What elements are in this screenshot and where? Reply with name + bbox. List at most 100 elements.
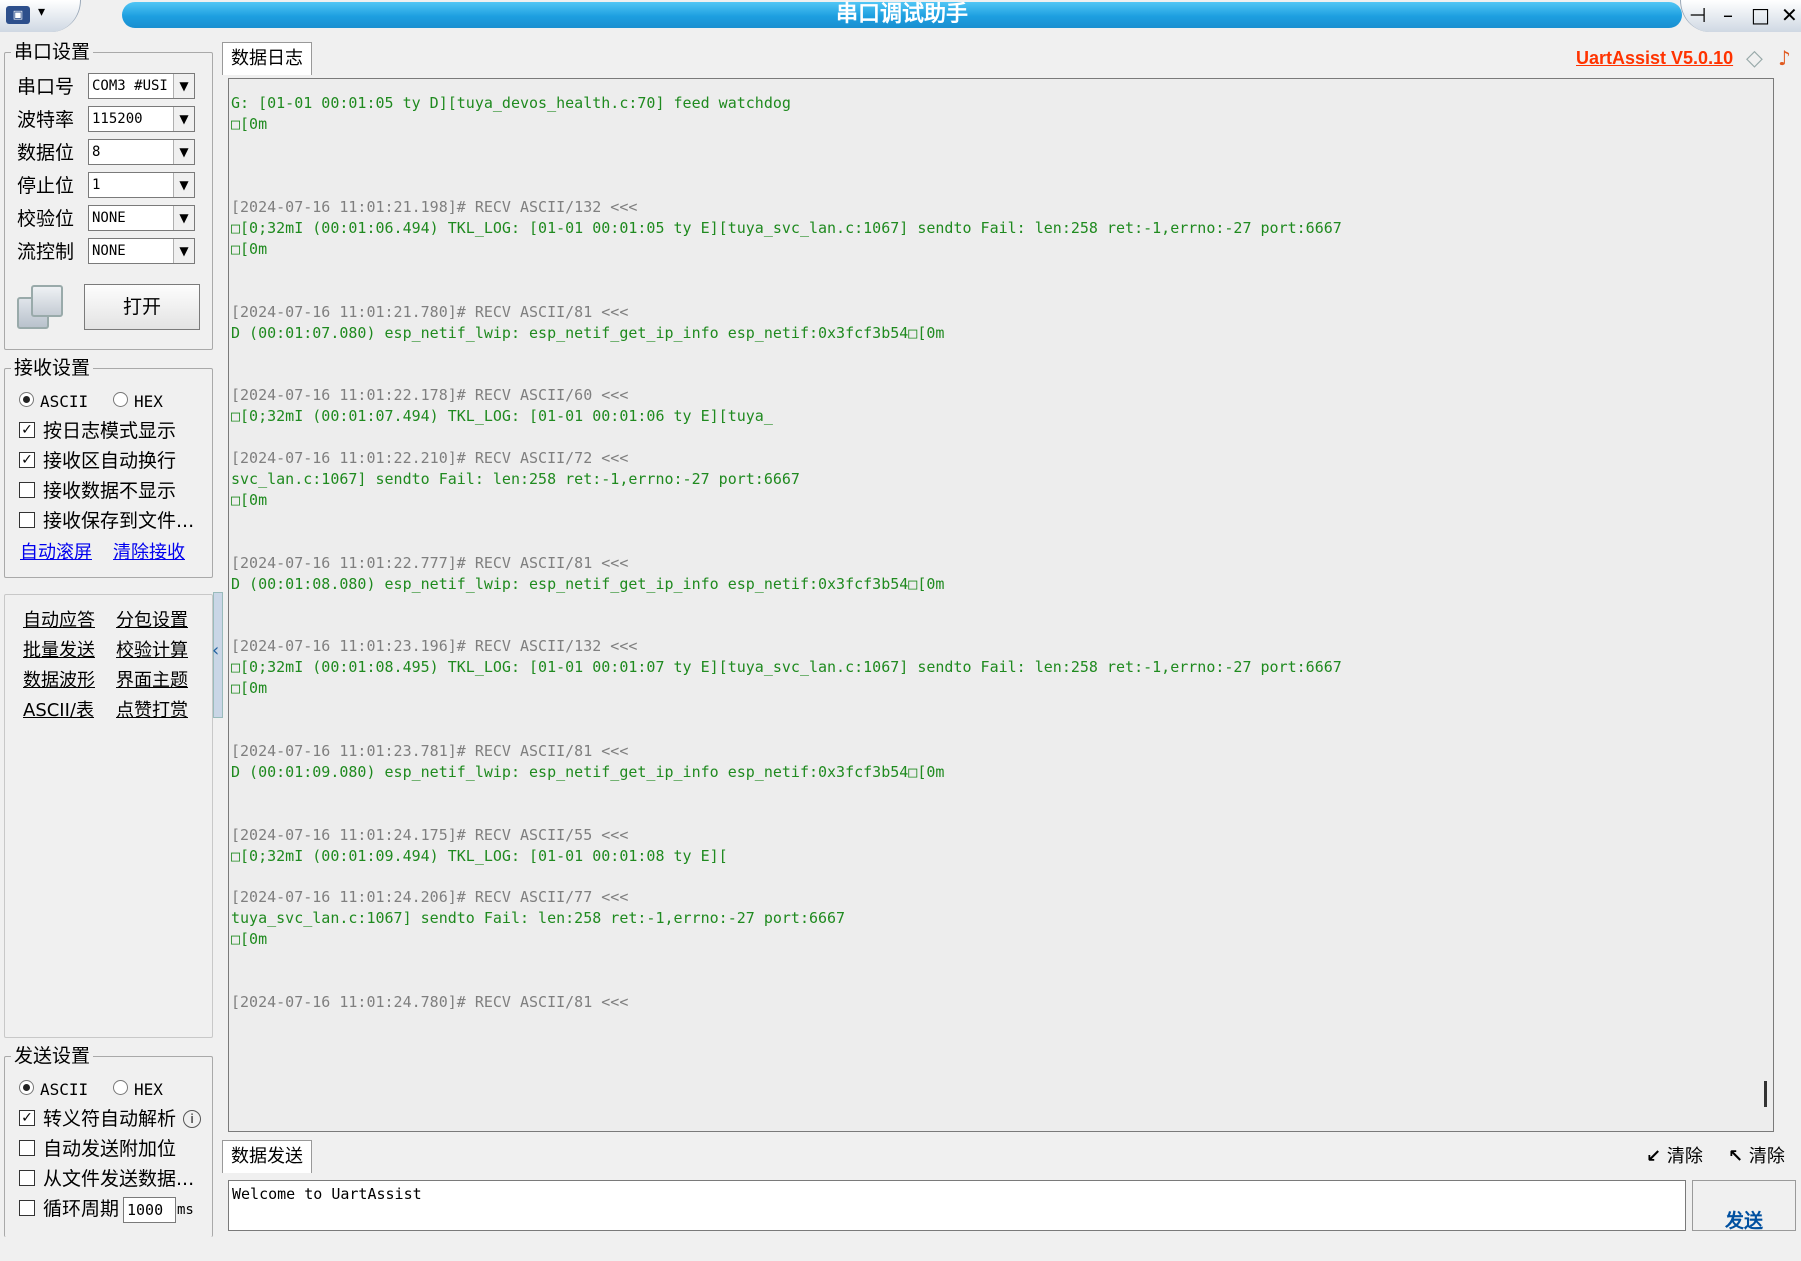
serial-settings-group: 串口设置 串口号 COM3 #USI ▼ 波特率 115200 ▼ 数据位 8 … <box>4 40 213 350</box>
send-hex-radio[interactable]: HEX <box>113 1077 163 1102</box>
log-header-line: [2024-07-16 11:01:21.780]# RECV ASCII/81… <box>231 303 629 321</box>
clear-send-right[interactable]: ↖ 清除 <box>1728 1146 1785 1168</box>
send-header: 数据发送 ↙ 清除 ↖ 清除 <box>222 1138 1801 1174</box>
auto-reply-link[interactable]: 自动应答 <box>23 609 95 633</box>
log-data-line: D (00:01:08.080) esp_netif_lwip: esp_net… <box>231 575 945 593</box>
recv-ascii-label: ASCII <box>40 392 89 411</box>
open-button[interactable]: 打开 <box>84 284 200 330</box>
log-data-line: □[0;32mI (00:01:09.494) TKL_LOG: [01-01 … <box>231 847 728 865</box>
log-data-line: svc_lan.c:1067] sendto Fail: len:258 ret… <box>231 470 800 488</box>
parity-value: NONE <box>92 210 126 226</box>
checkbox-empty-icon <box>19 1139 35 1156</box>
databits-select[interactable]: 8 ▼ <box>88 139 195 165</box>
databits-value: 8 <box>92 144 101 160</box>
maximize-icon[interactable]: □ <box>1751 3 1770 27</box>
scroll-thumb[interactable] <box>1764 1081 1767 1107</box>
port-value: COM3 #USI <box>92 78 168 94</box>
chevron-down-icon[interactable]: ▼ <box>173 239 194 263</box>
auto-wrap-label: 接收区自动换行 <box>43 450 177 472</box>
bell-icon[interactable]: ♪ <box>1778 46 1791 70</box>
escape-parse-checkbox[interactable]: ✓ 转义符自动解析 <box>19 1107 176 1131</box>
save-file-checkbox[interactable]: 接收保存到文件... <box>19 509 194 533</box>
databits-label: 数据位 <box>17 142 75 164</box>
escape-parse-label: 转义符自动解析 <box>43 1108 177 1130</box>
from-file-checkbox[interactable]: 从文件发送数据... <box>19 1167 194 1191</box>
pin-icon[interactable]: ⊣ <box>1689 3 1706 27</box>
tip-link[interactable]: 点赞打赏 <box>116 699 188 723</box>
receive-settings-title: 接收设置 <box>11 356 94 380</box>
diamond-icon[interactable]: ◇ <box>1746 46 1763 71</box>
chevron-down-icon[interactable]: ▼ <box>173 206 194 230</box>
log-data-line: □[0;32mI (00:01:08.495) TKL_LOG: [01-01 … <box>231 658 1342 676</box>
hide-data-checkbox[interactable]: 接收数据不显示 <box>19 479 176 503</box>
stopbits-select[interactable]: 1 ▼ <box>88 172 195 198</box>
log-data-line: □[0;32mI (00:01:07.494) TKL_LOG: [01-01 … <box>231 407 773 425</box>
chevron-down-icon[interactable]: ▼ <box>173 173 194 197</box>
send-settings-title: 发送设置 <box>11 1044 94 1068</box>
flow-label: 流控制 <box>17 241 75 263</box>
send-input[interactable]: Welcome to UartAssist <box>228 1180 1686 1231</box>
log-header-line: [2024-07-16 11:01:22.777]# RECV ASCII/81… <box>231 554 629 572</box>
parity-label: 校验位 <box>17 208 75 230</box>
send-input-text: Welcome to UartAssist <box>232 1185 422 1203</box>
info-icon[interactable]: i <box>183 1110 201 1128</box>
period-input[interactable]: 1000 <box>123 1197 176 1223</box>
send-ascii-radio[interactable]: ASCII <box>19 1077 88 1102</box>
chevron-left-icon[interactable]: ‹ <box>212 640 219 661</box>
log-mode-checkbox[interactable]: ✓ 按日志模式显示 <box>19 419 176 443</box>
flow-value: NONE <box>92 243 126 259</box>
log-data-line: D (00:01:07.080) esp_netif_lwip: esp_net… <box>231 324 945 342</box>
log-header-line: [2024-07-16 11:01:24.175]# RECV ASCII/55… <box>231 826 629 844</box>
tab-data-send[interactable]: 数据发送 <box>222 1140 312 1173</box>
tab-data-log[interactable]: 数据日志 <box>222 42 312 75</box>
close-icon[interactable]: ✕ <box>1781 3 1798 27</box>
chevron-down-icon[interactable]: ▼ <box>173 74 194 98</box>
packet-settings-link[interactable]: 分包设置 <box>116 609 188 633</box>
radio-checked-icon <box>19 392 34 407</box>
port-status-icon <box>17 285 63 331</box>
append-bit-checkbox[interactable]: 自动发送附加位 <box>19 1137 176 1161</box>
minimize-icon[interactable]: – <box>1723 3 1733 27</box>
recv-hex-radio[interactable]: HEX <box>113 389 163 414</box>
log-data-line: tuya_svc_lan.c:1067] sendto Fail: len:25… <box>231 909 846 927</box>
chevron-down-icon[interactable]: ▼ <box>173 107 194 131</box>
app-icon[interactable]: ▣ <box>6 6 30 24</box>
receive-settings-group: 接收设置 ASCII HEX ✓ 按日志模式显示 ✓ 接收区自动换行 接收数据不显示… <box>4 356 213 578</box>
clear-label-1: 清除 <box>1666 1146 1703 1167</box>
append-bit-label: 自动发送附加位 <box>43 1138 177 1160</box>
period-unit: ms <box>177 1202 194 1218</box>
parity-select[interactable]: NONE ▼ <box>88 205 195 231</box>
waveform-link[interactable]: 数据波形 <box>23 669 95 693</box>
baud-value: 115200 <box>92 111 143 127</box>
log-data-line: □[0m <box>231 930 268 948</box>
recv-ascii-radio[interactable]: ASCII <box>19 389 88 414</box>
log-scrollbar[interactable] <box>1755 79 1773 1131</box>
chevron-down-icon[interactable]: ▾ <box>38 4 45 20</box>
checkbox-empty-icon <box>19 481 35 498</box>
auto-wrap-checkbox[interactable]: ✓ 接收区自动换行 <box>19 449 176 473</box>
ascii-table-link[interactable]: ASCII/表 <box>23 699 94 723</box>
auto-scroll-link[interactable]: 自动滚屏 <box>20 541 92 565</box>
chevron-down-icon[interactable]: ▼ <box>173 140 194 164</box>
recv-hex-label: HEX <box>134 392 163 411</box>
clear-send-left[interactable]: ↙ 清除 <box>1646 1146 1703 1168</box>
checkbox-empty-icon <box>19 511 35 528</box>
checksum-link[interactable]: 校验计算 <box>116 639 188 663</box>
from-file-label: 从文件发送数据... <box>43 1168 195 1190</box>
brand-link[interactable]: UartAssist V5.0.10 <box>1576 48 1733 69</box>
send-button[interactable]: 发送 <box>1692 1180 1796 1232</box>
baud-select[interactable]: 115200 ▼ <box>88 106 195 132</box>
clear-arrow-up-icon: ↖ <box>1728 1146 1744 1167</box>
window-controls: ⊣ – □ ✕ <box>1680 0 1801 32</box>
receive-log[interactable]: G: [01-01 00:01:05 ty D][tuya_devos_heal… <box>228 78 1774 1132</box>
log-header-line: [2024-07-16 11:01:23.781]# RECV ASCII/81… <box>231 742 629 760</box>
clear-receive-link[interactable]: 清除接收 <box>113 541 185 565</box>
system-menu-area[interactable]: ▣ ▾ <box>0 0 81 32</box>
window-title: 串口调试助手 <box>835 2 968 27</box>
log-data-line: G: [01-01 00:01:05 ty D][tuya_devos_heal… <box>231 94 791 112</box>
batch-send-link[interactable]: 批量发送 <box>23 639 95 663</box>
theme-link[interactable]: 界面主题 <box>116 669 188 693</box>
loop-period-checkbox[interactable]: 循环周期 <box>19 1197 119 1221</box>
port-select[interactable]: COM3 #USI ▼ <box>88 73 195 99</box>
flow-select[interactable]: NONE ▼ <box>88 238 195 264</box>
